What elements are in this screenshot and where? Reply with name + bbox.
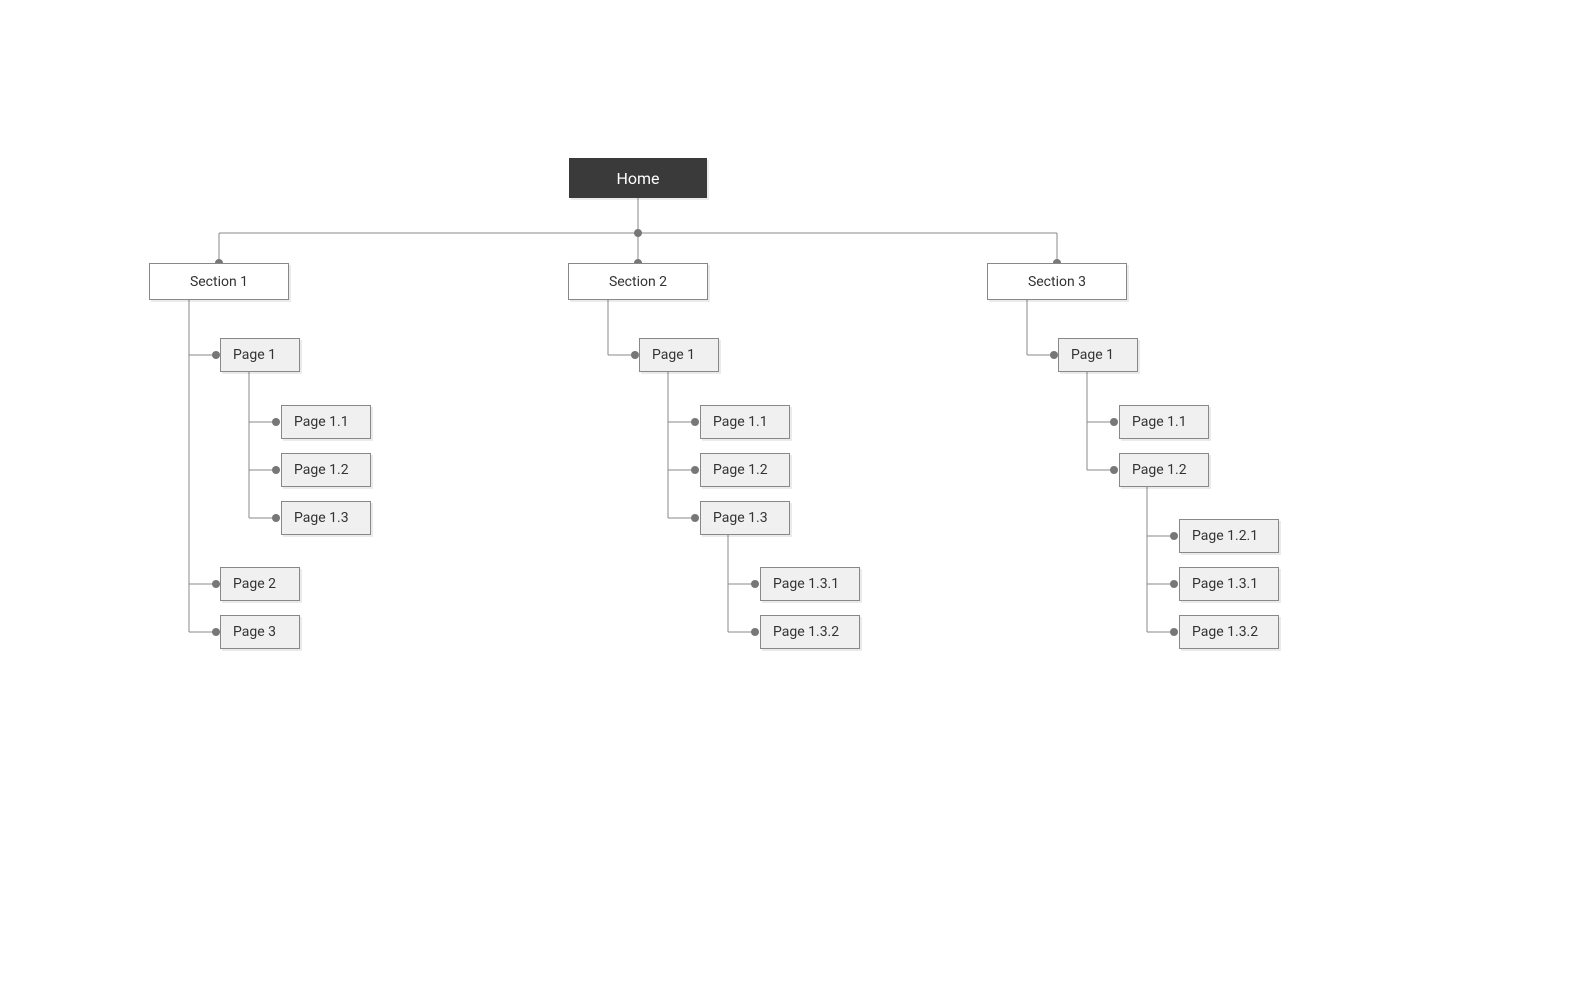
node-label: Page 1.3 [294, 510, 349, 526]
node-label: Section 1 [190, 274, 248, 290]
node-section-2[interactable]: Section 2 [568, 263, 708, 300]
node-s3-page1[interactable]: Page 1 [1058, 338, 1138, 372]
node-label: Page 3 [233, 624, 276, 640]
node-label: Page 1.2.1 [1192, 528, 1258, 544]
node-s2-page1-1[interactable]: Page 1.1 [700, 405, 790, 439]
node-label: Page 1 [1071, 347, 1114, 363]
node-section-3[interactable]: Section 3 [987, 263, 1127, 300]
node-label: Home [616, 169, 659, 188]
node-label: Page 1.2 [713, 462, 768, 478]
node-label: Page 1.3.1 [773, 576, 839, 592]
node-s2-page1[interactable]: Page 1 [639, 338, 719, 372]
node-s1-page1-1[interactable]: Page 1.1 [281, 405, 371, 439]
node-s1-page1[interactable]: Page 1 [220, 338, 300, 372]
node-s3-page1-3-2[interactable]: Page 1.3.2 [1179, 615, 1279, 649]
node-s2-page1-3-2[interactable]: Page 1.3.2 [760, 615, 860, 649]
node-label: Page 1.1 [713, 414, 768, 430]
node-label: Page 1 [233, 347, 276, 363]
node-label: Page 1.1 [294, 414, 349, 430]
node-label: Section 3 [1028, 274, 1086, 290]
node-label: Page 1.2 [1132, 462, 1187, 478]
node-s1-page3[interactable]: Page 3 [220, 615, 300, 649]
node-s1-page1-3[interactable]: Page 1.3 [281, 501, 371, 535]
node-home[interactable]: Home [569, 158, 707, 198]
node-label: Page 1 [652, 347, 695, 363]
node-s1-page2[interactable]: Page 2 [220, 567, 300, 601]
node-s2-page1-2[interactable]: Page 1.2 [700, 453, 790, 487]
node-label: Page 1.1 [1132, 414, 1187, 430]
node-label: Page 1.3 [713, 510, 768, 526]
node-s2-page1-3-1[interactable]: Page 1.3.1 [760, 567, 860, 601]
node-label: Page 1.3.1 [1192, 576, 1258, 592]
node-s3-page1-2-1[interactable]: Page 1.2.1 [1179, 519, 1279, 553]
node-s2-page1-3[interactable]: Page 1.3 [700, 501, 790, 535]
node-s3-page1-3-1[interactable]: Page 1.3.1 [1179, 567, 1279, 601]
node-s3-page1-2[interactable]: Page 1.2 [1119, 453, 1209, 487]
node-section-1[interactable]: Section 1 [149, 263, 289, 300]
node-s1-page1-2[interactable]: Page 1.2 [281, 453, 371, 487]
node-label: Page 1.2 [294, 462, 349, 478]
node-label: Page 1.3.2 [1192, 624, 1258, 640]
connector-lines [0, 0, 1580, 990]
node-label: Page 2 [233, 576, 276, 592]
node-label: Section 2 [609, 274, 667, 290]
node-s3-page1-1[interactable]: Page 1.1 [1119, 405, 1209, 439]
node-label: Page 1.3.2 [773, 624, 839, 640]
sitemap-diagram: Home Section 1 Page 1 Page 1.1 Page 1.2 … [0, 0, 1580, 990]
